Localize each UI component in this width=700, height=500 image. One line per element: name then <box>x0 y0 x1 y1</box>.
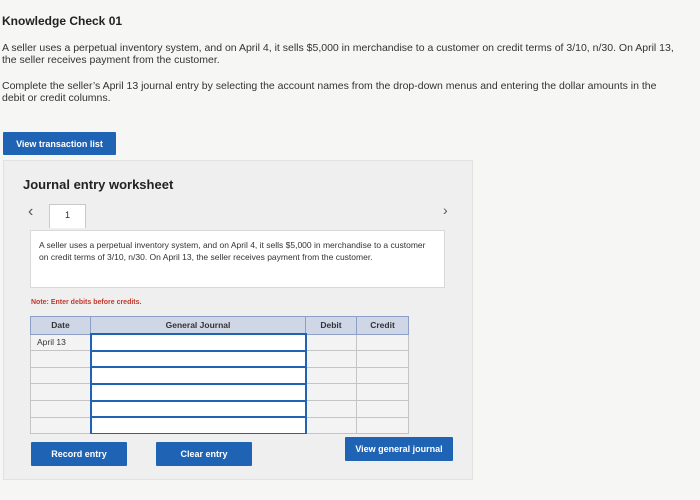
debit-input[interactable] <box>305 416 357 435</box>
date-cell: April 13 <box>30 333 91 352</box>
debit-input[interactable] <box>305 333 357 352</box>
table-row <box>30 366 409 385</box>
view-transaction-list-button[interactable]: View transaction list <box>3 132 116 155</box>
entry-tab-1[interactable]: 1 <box>49 204 86 228</box>
date-cell <box>30 366 91 385</box>
intro-text: A seller uses a perpetual inventory syst… <box>2 42 674 66</box>
table-row <box>30 382 409 402</box>
date-cell <box>30 350 91 368</box>
view-general-journal-button[interactable]: View general journal <box>345 437 453 461</box>
account-select[interactable] <box>89 399 307 418</box>
debit-input[interactable] <box>305 400 357 418</box>
credit-input[interactable] <box>356 350 409 368</box>
record-entry-button[interactable]: Record entry <box>31 442 127 466</box>
column-header-date: Date <box>30 316 91 335</box>
debit-input[interactable] <box>305 350 357 368</box>
account-select[interactable] <box>89 333 307 352</box>
table-row <box>30 416 409 435</box>
account-select[interactable] <box>89 366 307 385</box>
page-title: Knowledge Check 01 <box>2 14 123 28</box>
journal-table: Date General Journal Debit Credit April … <box>30 316 409 435</box>
date-cell <box>30 400 91 418</box>
worksheet-title: Journal entry worksheet <box>23 177 174 192</box>
clear-entry-button[interactable]: Clear entry <box>156 442 252 466</box>
chevron-left-icon[interactable]: ‹ <box>28 203 33 221</box>
chevron-right-icon[interactable]: › <box>443 202 448 218</box>
account-select[interactable] <box>89 382 307 402</box>
transaction-description: A seller uses a perpetual inventory syst… <box>30 230 445 288</box>
table-row: April 13 <box>30 333 409 352</box>
column-header-general-journal: General Journal <box>90 316 306 335</box>
account-select[interactable] <box>89 416 307 435</box>
credit-input[interactable] <box>356 366 409 385</box>
credit-input[interactable] <box>356 333 409 352</box>
date-cell <box>30 383 91 402</box>
account-select[interactable] <box>89 349 307 368</box>
instructions-text: Complete the seller’s April 13 journal e… <box>2 80 657 104</box>
debit-input[interactable] <box>305 383 357 402</box>
table-row <box>30 399 409 418</box>
credit-input[interactable] <box>356 400 409 418</box>
column-header-credit: Credit <box>356 316 409 335</box>
debit-input[interactable] <box>305 366 357 385</box>
date-cell <box>30 416 91 435</box>
credit-input[interactable] <box>356 383 409 402</box>
table-header-row: Date General Journal Debit Credit <box>30 316 409 335</box>
debits-note: Note: Enter debits before credits. <box>31 299 142 306</box>
column-header-debit: Debit <box>305 316 357 335</box>
table-row <box>30 349 409 368</box>
credit-input[interactable] <box>356 416 409 435</box>
